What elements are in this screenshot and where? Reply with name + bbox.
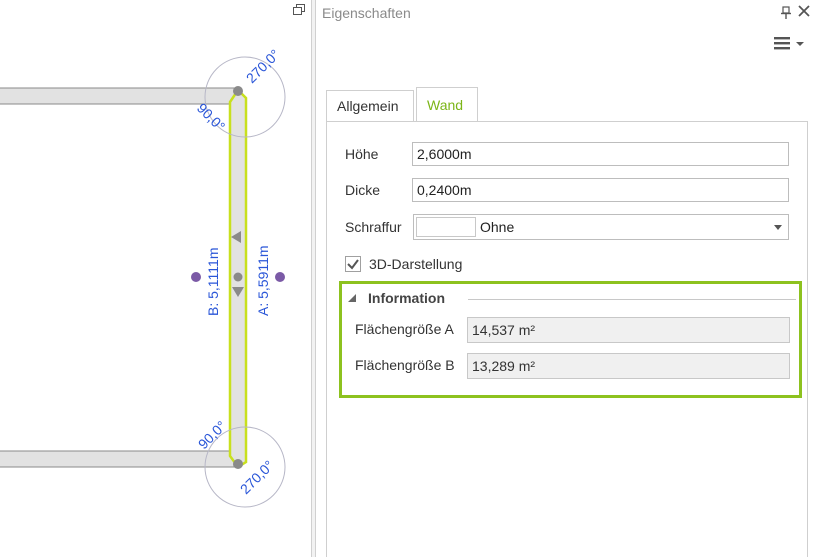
properties-panel: Eigenschaften Allgemein Wand Höhe 2,6000… (316, 0, 816, 557)
information-header[interactable]: Information (346, 290, 796, 310)
row-flaeche-a: Flächengröße A 14,537 m² (355, 317, 791, 343)
restore-window-button[interactable] (293, 4, 305, 16)
tab-wand[interactable]: Wand (416, 87, 478, 121)
hamburger-menu-icon (774, 37, 804, 50)
label-hoehe: Höhe (345, 146, 379, 162)
flaeche-b-value: 13,289 m² (467, 353, 790, 379)
checkmark-icon (347, 259, 359, 270)
angle-label-bottom-inner: 90,0° (195, 418, 230, 453)
vertex-middle[interactable] (233, 272, 243, 282)
row-dicke: Dicke 0,2400m (345, 178, 797, 204)
row-hoehe: Höhe 2,6000m (345, 142, 797, 168)
vertex-bottom[interactable] (233, 459, 243, 469)
darstellung-label: 3D-Darstellung (369, 256, 463, 272)
row-schraffur: Schraffur Ohne (345, 214, 797, 240)
hoehe-input[interactable]: 2,6000m (412, 142, 789, 166)
drawing-canvas[interactable]: 270,0° 90,0° 90,0° 270,0° B: 5,1111m A: … (0, 0, 312, 557)
information-group: Information Flächengröße A 14,537 m² Flä… (339, 281, 802, 398)
row-darstellung: 3D-Darstellung (345, 254, 645, 280)
chevron-down-icon (774, 225, 782, 230)
darstellung-checkbox[interactable] (345, 256, 361, 272)
label-dicke: Dicke (345, 182, 381, 198)
information-title: Information (368, 290, 445, 306)
collapse-triangle-icon[interactable] (348, 294, 356, 302)
row-flaeche-b: Flächengröße B 13,289 m² (355, 353, 791, 379)
pin-button[interactable] (780, 6, 792, 20)
group-divider (468, 299, 796, 300)
flaeche-a-value: 14,537 m² (467, 317, 790, 343)
label-flaeche-a: Flächengröße A (355, 321, 454, 337)
vertex-top[interactable] (233, 86, 243, 96)
label-flaeche-b: Flächengröße B (355, 357, 455, 373)
restore-window-icon (293, 4, 305, 15)
pin-icon (781, 6, 791, 19)
panel-menu-button[interactable] (774, 34, 806, 52)
close-panel-button[interactable] (797, 4, 811, 18)
schraffur-value: Ohne (480, 219, 515, 235)
wall-bottom[interactable] (0, 450, 239, 468)
handle-left[interactable] (191, 272, 201, 282)
schraffur-select[interactable]: Ohne (413, 214, 789, 240)
hatch-swatch (416, 217, 476, 237)
dicke-input[interactable]: 0,2400m (412, 178, 789, 202)
close-icon (798, 5, 810, 17)
handle-right[interactable] (275, 272, 285, 282)
angle-label-top-inner: 90,0° (194, 100, 229, 135)
dimension-label-b: B: 5,1111m (205, 248, 221, 316)
wall-drawing[interactable]: 270,0° 90,0° 90,0° 270,0° B: 5,1111m A: … (0, 0, 312, 557)
dimension-label-a: A: 5,5911m (255, 245, 271, 316)
tab-allgemein[interactable]: Allgemein (326, 90, 414, 121)
panel-title: Eigenschaften (322, 5, 411, 21)
label-schraffur: Schraffur (345, 219, 402, 235)
angle-label-top-outer: 270,0° (243, 46, 283, 86)
